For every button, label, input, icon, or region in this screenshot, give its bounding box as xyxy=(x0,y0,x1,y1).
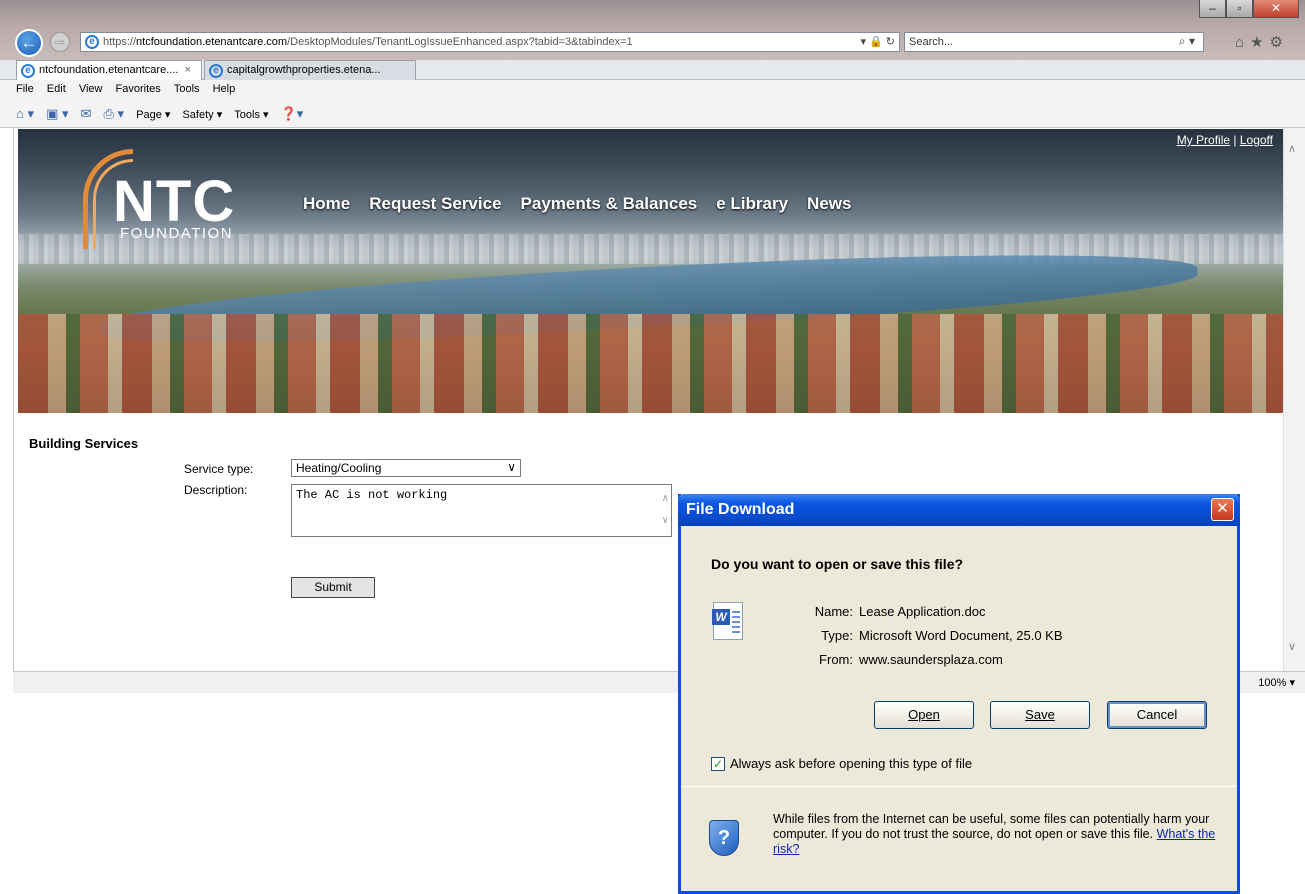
menu-bar: File Edit View Favorites Tools Help xyxy=(0,80,1305,100)
submit-button[interactable]: Submit xyxy=(291,577,375,598)
back-button[interactable]: ← xyxy=(15,29,43,57)
cmd-page[interactable]: Page ▾ xyxy=(136,108,170,121)
nav-payments-balances[interactable]: Payments & Balances xyxy=(521,194,698,214)
service-type-label: Service type: xyxy=(184,462,254,476)
address-bar[interactable]: e https://ntcfoundation.etenantcare.com/… xyxy=(80,32,900,52)
window-controls: – ▫ ✕ xyxy=(1199,0,1299,18)
dialog-titlebar: File Download ✕ xyxy=(678,494,1240,526)
checkmark-icon: ✓ xyxy=(712,756,724,771)
security-warning: While files from the Internet can be use… xyxy=(773,812,1216,856)
close-window-button[interactable]: ✕ xyxy=(1253,0,1299,18)
dialog-close-button[interactable]: ✕ xyxy=(1211,498,1234,521)
home-icon[interactable]: ⌂ xyxy=(1235,34,1250,51)
textarea-scroll-icon[interactable]: ∧ ∨ xyxy=(662,489,669,533)
menu-help[interactable]: Help xyxy=(213,83,236,95)
my-profile-link[interactable]: My Profile xyxy=(1177,133,1230,147)
nav-request-service[interactable]: Request Service xyxy=(369,194,501,214)
command-bar: ⌂ ▾ ▣ ▾ ✉ ⎙ ▾ Page ▾ Safety ▾ Tools ▾ ❓▾ xyxy=(0,100,1305,128)
file-from-row: From: www.saundersplaza.com xyxy=(819,652,1003,667)
forward-button[interactable]: ⇨ xyxy=(50,32,70,52)
always-ask-label: Always ask before opening this type of f… xyxy=(730,756,973,771)
zoom-level[interactable]: 100% ▾ xyxy=(1258,676,1295,689)
scroll-down-icon[interactable]: ∨ xyxy=(1288,640,1296,653)
file-type-row: Type: Microsoft Word Document, 25.0 KB xyxy=(821,628,1063,643)
dialog-separator xyxy=(681,786,1237,787)
page-scrollbar[interactable]: ∧ ∨ xyxy=(1283,128,1305,671)
search-input[interactable]: Search... ⌕ ▾ xyxy=(904,32,1204,52)
menu-favorites[interactable]: Favorites xyxy=(116,83,161,95)
menu-view[interactable]: View xyxy=(79,83,103,95)
menu-file[interactable]: File xyxy=(16,83,34,95)
cmd-safety[interactable]: Safety ▾ xyxy=(182,108,222,121)
dialog-question: Do you want to open or save this file? xyxy=(711,556,964,572)
search-icon[interactable]: ⌕ ▾ xyxy=(1179,34,1195,49)
profile-separator: | xyxy=(1233,133,1237,147)
file-name-row: Name: Lease Application.doc xyxy=(814,604,986,619)
file-download-dialog: File Download ✕ Do you want to open or s… xyxy=(678,494,1240,894)
tab-close-icon[interactable]: × xyxy=(184,64,190,76)
site-logo-subtitle: FOUNDATION xyxy=(120,225,234,242)
feeds-icon[interactable]: ▣ ▾ xyxy=(46,106,68,122)
mail-icon[interactable]: ✉ xyxy=(81,106,92,122)
service-type-select[interactable]: Heating/Cooling ∨ xyxy=(291,459,521,477)
tab-row: e ntcfoundation.etenantcare.... × e capi… xyxy=(0,60,1305,80)
main-nav: Home Request Service Payments & Balances… xyxy=(303,194,851,214)
address-controls[interactable]: ▾ 🔒 ↻ xyxy=(860,35,895,48)
browser-titlebar: – ▫ ✕ ← ⇨ e https://ntcfoundation.etenan… xyxy=(0,0,1305,60)
file-type-value: Microsoft Word Document, 25.0 KB xyxy=(859,628,1063,643)
open-button[interactable]: Open xyxy=(874,701,974,729)
forward-arrow-icon: ⇨ xyxy=(54,35,66,49)
cancel-button[interactable]: Cancel xyxy=(1107,701,1207,729)
dialog-title: File Download xyxy=(686,501,795,518)
maximize-button[interactable]: ▫ xyxy=(1226,0,1253,18)
description-label: Description: xyxy=(184,483,248,497)
always-ask-row[interactable]: ✓ Always ask before opening this type of… xyxy=(711,756,972,771)
nav-e-library[interactable]: e Library xyxy=(716,194,788,214)
help-icon[interactable]: ❓▾ xyxy=(281,106,304,122)
home-icon[interactable]: ⌂ ▾ xyxy=(16,106,34,122)
file-name-value: Lease Application.doc xyxy=(859,604,986,619)
chevron-down-icon: ∨ xyxy=(507,460,516,474)
favorites-star-icon[interactable]: ★ xyxy=(1250,34,1269,51)
always-ask-checkbox[interactable]: ✓ xyxy=(711,756,725,771)
cmd-tools[interactable]: Tools ▾ xyxy=(234,108,268,121)
back-arrow-icon: ← xyxy=(20,33,38,52)
menu-tools[interactable]: Tools xyxy=(174,83,200,95)
save-button[interactable]: Save xyxy=(990,701,1090,729)
gear-icon[interactable]: ⚙ xyxy=(1270,34,1289,51)
close-icon: ✕ xyxy=(1216,500,1229,517)
menu-edit[interactable]: Edit xyxy=(47,83,66,95)
print-icon[interactable]: ⎙ ▾ xyxy=(104,106,125,122)
minimize-button[interactable]: – xyxy=(1199,0,1226,18)
scroll-up-icon[interactable]: ∧ xyxy=(1288,142,1296,155)
toolbar-icons: ⌂★⚙ xyxy=(1235,33,1289,51)
ie-tab-icon: e xyxy=(209,64,223,78)
ie-tab-icon: e xyxy=(21,64,35,78)
hero-banner: NTC FOUNDATION Home Request Service Paym… xyxy=(18,129,1283,413)
word-document-icon: W xyxy=(712,602,743,640)
site-logo[interactable]: NTC xyxy=(113,173,235,231)
section-title: Building Services xyxy=(29,436,139,451)
security-shield-icon: ? xyxy=(709,820,739,856)
nav-home[interactable]: Home xyxy=(303,194,350,214)
tab-capitalgrowth[interactable]: e capitalgrowthproperties.etena... xyxy=(204,60,416,80)
nav-news[interactable]: News xyxy=(807,194,851,214)
tab-ntcfoundation[interactable]: e ntcfoundation.etenantcare.... × xyxy=(16,60,202,80)
logoff-link[interactable]: Logoff xyxy=(1240,133,1273,147)
address-url: https://ntcfoundation.etenantcare.com/De… xyxy=(103,36,633,48)
ie-page-icon: e xyxy=(85,35,99,49)
profile-links: My Profile | Logoff xyxy=(1177,133,1273,147)
file-from-value: www.saundersplaza.com xyxy=(859,652,1003,667)
description-textarea[interactable]: The AC is not working ∧ ∨ xyxy=(291,484,672,537)
